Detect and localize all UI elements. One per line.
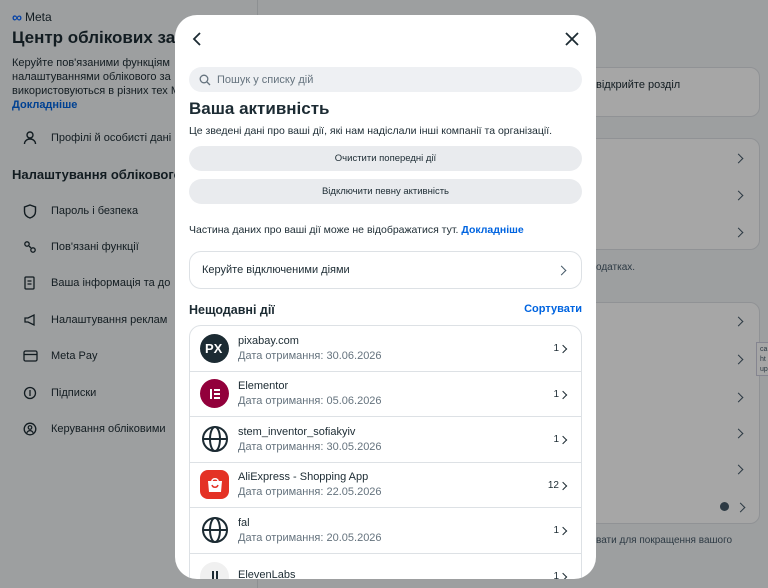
item-date: Дата отримання: 05.06.2026 bbox=[238, 395, 382, 408]
search-input[interactable] bbox=[217, 73, 577, 86]
item-name: fal bbox=[238, 516, 250, 529]
chevron-left-icon bbox=[192, 32, 201, 46]
item-name: Elementor bbox=[238, 380, 289, 393]
list-item[interactable]: stem_inventor_sofiakyiv Дата отримання: … bbox=[190, 417, 581, 463]
globe-icon bbox=[200, 516, 229, 545]
sort-button[interactable]: Сортувати bbox=[524, 303, 582, 315]
activity-modal: Ваша активність Це зведені дані про ваші… bbox=[175, 15, 596, 579]
chevron-right-icon bbox=[556, 265, 567, 276]
manage-disconnected-activity-row[interactable]: Керуйте відключеними діями bbox=[189, 251, 582, 289]
close-icon bbox=[565, 32, 579, 46]
clear-previous-activity-button[interactable]: Очистити попередні дії bbox=[189, 146, 582, 171]
recent-activity-heading: Нещодавні дії bbox=[189, 303, 275, 317]
item-date: Дата отримання: 20.05.2026 bbox=[238, 531, 382, 544]
modal-description: Це зведені дані про ваші дії, які нам на… bbox=[189, 125, 553, 137]
list-item[interactable]: ElevenLabs 1 bbox=[190, 554, 581, 580]
list-item[interactable]: fal Дата отримання: 20.05.2026 1 bbox=[190, 508, 581, 554]
item-date: Дата отримання: 22.05.2026 bbox=[238, 486, 382, 499]
search-icon bbox=[199, 74, 211, 85]
modal-title: Ваша активність bbox=[189, 99, 330, 118]
recent-activity-list: PX pixabay.com Дата отримання: 30.06.202… bbox=[189, 325, 582, 579]
chevron-right-icon bbox=[558, 390, 568, 399]
item-date: Дата отримання: 30.06.2026 bbox=[238, 349, 382, 362]
disconnect-activity-button[interactable]: Відключити певну активність bbox=[189, 179, 582, 204]
globe-icon bbox=[200, 425, 229, 454]
data-note: Частина даних про ваші дії може не відоб… bbox=[189, 224, 524, 236]
chevron-right-icon bbox=[558, 344, 568, 354]
item-date: Дата отримання: 30.05.2026 bbox=[238, 440, 382, 453]
list-item[interactable]: Elementor Дата отримання: 05.06.2026 1 bbox=[190, 372, 581, 417]
learn-more-link[interactable]: Докладніше bbox=[461, 224, 523, 236]
chevron-right-icon bbox=[558, 481, 568, 490]
list-item[interactable]: AliExpress - Shopping App Дата отримання… bbox=[190, 463, 581, 508]
chevron-right-icon bbox=[558, 526, 568, 536]
chevron-right-icon bbox=[558, 435, 568, 445]
pixabay-logo-icon: PX bbox=[200, 333, 229, 363]
search-bar[interactable] bbox=[189, 67, 582, 92]
svg-text:PX: PX bbox=[205, 341, 223, 355]
chevron-right-icon bbox=[558, 572, 568, 579]
item-name: ElevenLabs bbox=[238, 568, 296, 579]
aliexpress-logo-icon bbox=[200, 470, 229, 500]
item-name: AliExpress - Shopping App bbox=[238, 471, 369, 484]
elementor-logo-icon bbox=[200, 379, 229, 409]
item-name: pixabay.com bbox=[238, 334, 299, 347]
back-button[interactable] bbox=[187, 29, 207, 49]
item-count: 12 bbox=[547, 479, 559, 491]
close-button[interactable] bbox=[560, 27, 584, 51]
elevenlabs-logo-icon bbox=[200, 561, 229, 579]
item-name: stem_inventor_sofiakyiv bbox=[238, 425, 356, 438]
list-item[interactable]: PX pixabay.com Дата отримання: 30.06.202… bbox=[190, 326, 581, 372]
item-count: 1 bbox=[553, 570, 559, 580]
